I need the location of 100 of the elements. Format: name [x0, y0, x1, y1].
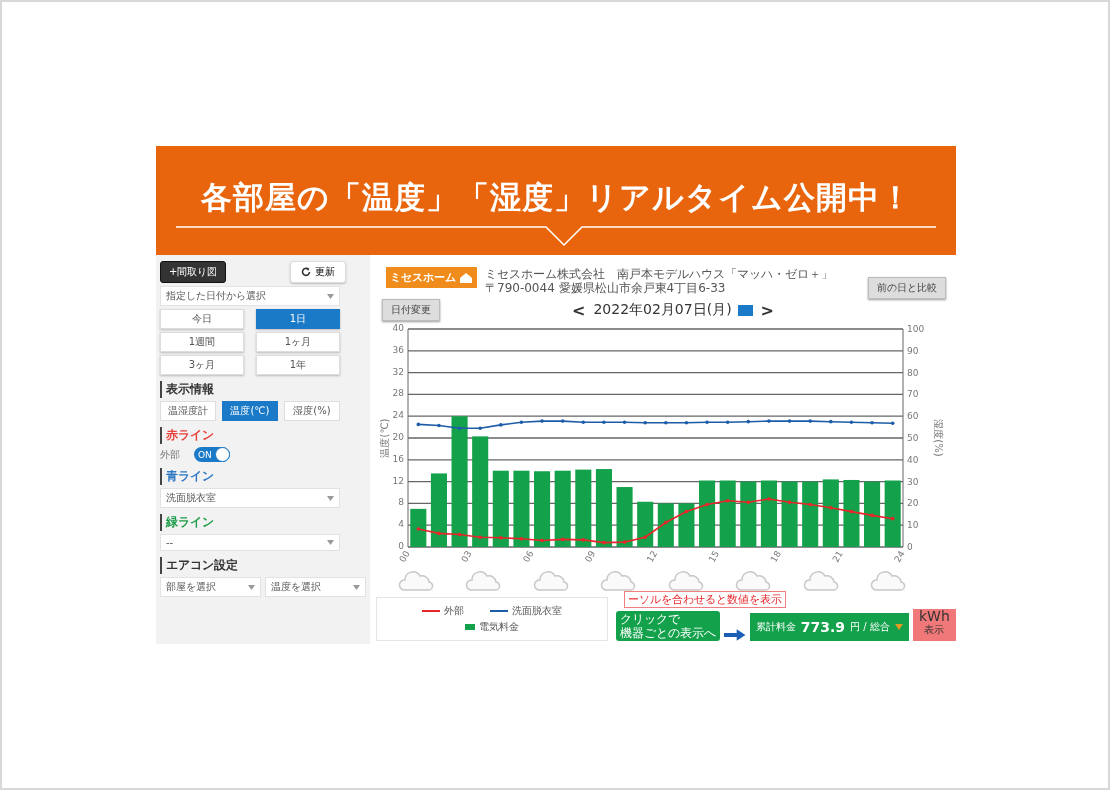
legend-line-swatch — [490, 610, 509, 612]
chart-bar — [678, 503, 695, 547]
axis-tick-label: 80 — [907, 367, 919, 378]
range-button[interactable]: 3ヶ月 — [160, 355, 244, 375]
cloud-icon — [600, 570, 637, 592]
axis-tick-label: 10 — [907, 520, 919, 531]
chart-bar — [719, 480, 736, 547]
axis-tick-label: 06 — [521, 549, 536, 564]
dropdown-caret-icon — [327, 495, 334, 501]
kwh-button[interactable]: kWh 表示 — [912, 609, 956, 641]
chart-bar — [410, 508, 427, 547]
range-button[interactable]: 1ヶ月 — [256, 332, 340, 352]
total-unit: 円 / 総合 — [850, 620, 890, 634]
chart-bar — [843, 479, 860, 547]
axis-tick-label: 15 — [706, 549, 722, 564]
chart-bar — [699, 480, 716, 547]
dropdown-caret-icon — [327, 540, 334, 545]
axis-tick-label: 100 — [907, 324, 925, 334]
line-select[interactable]: -- — [160, 534, 340, 551]
display-tab[interactable]: 温湿度計 — [160, 401, 216, 421]
chart-bar — [616, 487, 633, 547]
line-select[interactable]: 洗面脱衣室 — [160, 488, 340, 508]
address: 〒790-0044 愛媛県松山市余戸東4丁目6-33 — [485, 281, 727, 295]
axis-tick-label: 00 — [397, 549, 412, 564]
chart-bar — [657, 503, 674, 547]
axis-tick-label: 16 — [392, 453, 404, 464]
axis-tick-label: 20 — [392, 432, 404, 442]
caret-icon — [894, 624, 903, 630]
cloud-icon — [869, 570, 906, 592]
chart-bar — [637, 501, 654, 547]
range-button[interactable]: 1週間 — [160, 332, 244, 352]
chart-bar — [884, 480, 901, 547]
dropdown-caret-icon — [248, 584, 255, 590]
company-name: ミセスホーム株式会社 南戸本モデルハウス「マッハ・ゼロ＋」 — [485, 267, 834, 281]
date-label: 2022年02月07日(月) — [593, 301, 732, 319]
cloud-icon — [532, 570, 569, 592]
chart-bar — [864, 481, 881, 547]
date-select[interactable]: 指定した日付から選択 — [160, 286, 340, 306]
headline: 各部屋の「温度」「湿度」リアルタイム公開中！ — [200, 178, 912, 217]
axis-tick-label: 0 — [907, 542, 913, 552]
legend-bar-swatch — [465, 624, 476, 630]
range-button[interactable]: 今日 — [160, 309, 244, 329]
chart-bar — [760, 480, 777, 547]
company-logo: ミセスホーム — [386, 267, 477, 288]
axis-tick-label: 18 — [768, 549, 783, 564]
previous-day-button[interactable]: < — [570, 300, 588, 320]
legend-line-swatch — [422, 610, 441, 612]
cloud-icon — [398, 570, 434, 592]
next-day-button[interactable]: > — [758, 300, 776, 320]
line-heading: 赤ライン — [160, 427, 214, 444]
axis-tick-label: 60 — [907, 411, 919, 422]
chart-bar — [781, 481, 798, 547]
hover-hint: ーソルを合わせると数値を表示 — [624, 591, 786, 608]
refresh-button[interactable]: 更新 — [290, 261, 346, 283]
legend-label: 洗面脱衣室 — [512, 604, 563, 618]
floorplan-button[interactable]: +間取り図 — [160, 261, 227, 283]
axis-tick-label: 4 — [398, 519, 404, 530]
axis-title: 温度(℃) — [379, 418, 390, 458]
chart-bar — [740, 481, 757, 547]
right-arrow-icon — [724, 629, 746, 641]
total-value: 773.9 — [800, 619, 846, 635]
range-button[interactable]: 1日 — [256, 309, 340, 329]
axis-tick-label: 09 — [582, 549, 598, 564]
axis-tick-label: 21 — [830, 549, 845, 564]
cloud-icon — [735, 570, 772, 592]
toggle-label: 外部 — [160, 447, 180, 462]
display-tab[interactable]: 湿度(%) — [284, 401, 340, 421]
section-heading: 表示情報 — [160, 381, 214, 398]
date-change-button[interactable]: 日付変更 — [382, 299, 440, 321]
axis-tick-label: 8 — [398, 497, 404, 508]
axis-tick-label: 90 — [907, 345, 919, 356]
axis-title: 湿度(%) — [933, 419, 944, 457]
toggle-switch[interactable]: ON — [194, 447, 230, 462]
legend-label: 電気料金 — [479, 620, 520, 634]
line-heading: 緑ライン — [160, 514, 214, 531]
axis-tick-label: 28 — [392, 388, 404, 399]
range-button[interactable]: 1年 — [256, 355, 340, 375]
aircon-select[interactable]: 温度を選択 — [265, 577, 366, 597]
aircon-select[interactable]: 部屋を選択 — [160, 577, 261, 597]
axis-tick-label: 20 — [907, 498, 919, 509]
axis-tick-label: 40 — [392, 323, 404, 333]
chart-bar — [822, 479, 839, 547]
legend-label: 外部 — [444, 604, 465, 618]
chart-bar — [802, 481, 819, 547]
dropdown-caret-icon — [327, 293, 334, 299]
axis-tick-label: 30 — [907, 476, 919, 487]
axis-tick-label: 24 — [392, 410, 404, 421]
line-heading: 青ライン — [160, 468, 214, 485]
axis-tick-label: 0 — [398, 541, 404, 551]
axis-tick-label: 12 — [392, 475, 404, 486]
axis-tick-label: 70 — [907, 389, 919, 400]
calendar-icon[interactable] — [737, 304, 753, 316]
dropdown-caret-icon — [353, 584, 360, 590]
house-icon — [459, 271, 473, 284]
total-label: 累計料金 — [755, 620, 796, 634]
section-heading: エアコン設定 — [160, 557, 238, 574]
display-tab[interactable]: 温度(℃) — [222, 401, 278, 421]
compare-button[interactable]: 前の日と比較 — [868, 277, 946, 299]
axis-tick-label: 50 — [907, 433, 919, 443]
axis-tick-label: 24 — [892, 549, 907, 564]
